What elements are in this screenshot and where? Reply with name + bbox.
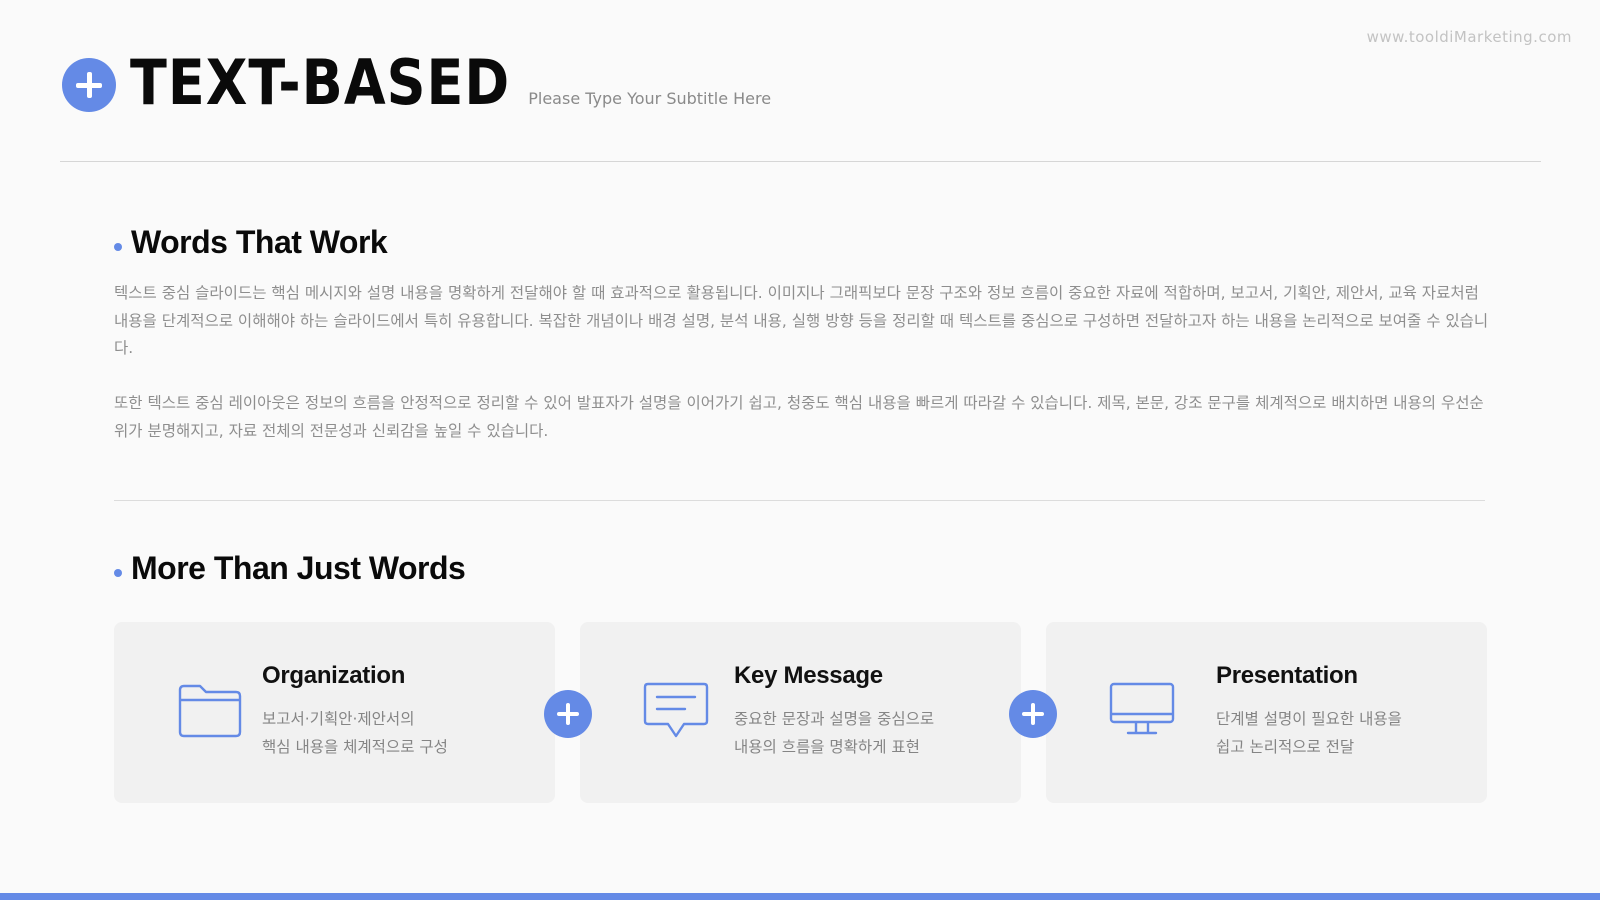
card-description: 중요한 문장과 설명을 중심으로 내용의 흐름을 명확하게 표현 <box>734 706 934 761</box>
bullet-dot-icon <box>114 242 122 251</box>
plus-connector <box>1009 690 1057 738</box>
section-heading-words-that-work: Words That Work <box>114 224 388 261</box>
card-organization: Organization 보고서·기획안·제안서의 핵심 내용을 체계적으로 구… <box>114 622 555 803</box>
section-divider <box>114 500 1485 501</box>
card-key-message: Key Message 중요한 문장과 설명을 중심으로 내용의 흐름을 명확하… <box>580 622 1021 803</box>
header: TEXT-BASED Please Type Your Subtitle Her… <box>62 46 772 120</box>
card-title: Presentation <box>1216 662 1358 689</box>
plus-circle-icon <box>544 690 592 738</box>
folder-icon <box>178 684 242 738</box>
plus-circle-icon <box>62 58 116 112</box>
chat-bubble-icon <box>643 682 709 738</box>
section-heading-text: More Than Just Words <box>131 550 466 586</box>
body-paragraph-1: 텍스트 중심 슬라이드는 핵심 메시지와 설명 내용을 명확하게 전달해야 할 … <box>114 284 1489 357</box>
plus-circle-icon <box>1009 690 1057 738</box>
plus-connector <box>544 690 592 738</box>
card-title: Organization <box>262 662 406 689</box>
card-description: 보고서·기획안·제안서의 핵심 내용을 체계적으로 구성 <box>262 706 448 761</box>
subtitle: Please Type Your Subtitle Here <box>528 89 772 108</box>
card-description-line: 쉽고 논리적으로 전달 <box>1216 737 1355 756</box>
card-description-line: 내용의 흐름을 명확하게 표현 <box>734 737 920 756</box>
slide: www.tooldiMarketing.com TEXT-BASED Pleas… <box>0 0 1600 900</box>
bottom-accent-bar <box>0 893 1600 900</box>
header-divider <box>60 161 1541 162</box>
bullet-dot-icon <box>114 568 122 577</box>
card-description-line: 핵심 내용을 체계적으로 구성 <box>262 737 448 756</box>
card-description: 단계별 설명이 필요한 내용을 쉽고 논리적으로 전달 <box>1216 706 1402 761</box>
section-heading-text: Words That Work <box>131 224 388 260</box>
card-description-line: 단계별 설명이 필요한 내용을 <box>1216 710 1402 728</box>
site-url[interactable]: www.tooldiMarketing.com <box>1367 28 1572 46</box>
card-presentation: Presentation 단계별 설명이 필요한 내용을 쉽고 논리적으로 전달 <box>1046 622 1487 803</box>
card-description-line: 중요한 문장과 설명을 중심으로 <box>734 710 935 728</box>
section-heading-more-than-just-words: More Than Just Words <box>114 550 466 587</box>
card-title: Key Message <box>734 662 883 689</box>
main-title: TEXT-BASED <box>130 46 511 119</box>
body-paragraph-2: 또한 텍스트 중심 레이아웃은 정보의 흐름을 안정적으로 정리할 수 있어 발… <box>114 394 1484 440</box>
monitor-icon <box>1109 682 1175 735</box>
card-description-line: 보고서·기획안·제안서의 <box>262 710 415 728</box>
